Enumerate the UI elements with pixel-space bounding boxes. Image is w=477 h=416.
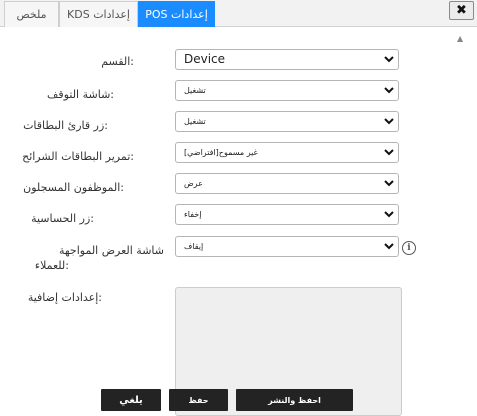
customer-display-value: إيقاف: [184, 242, 204, 251]
department-value: Device: [184, 52, 226, 66]
card-reader-button-value: تشغيل: [184, 117, 206, 126]
screensaver-label: :شاشة التوقف: [47, 88, 114, 101]
sensitivity-button-label: :زر الحساسية: [31, 212, 94, 225]
department-label: :القسم: [101, 55, 134, 68]
card-swipe-label: :تمرير البطاقات الشرائح: [22, 150, 134, 163]
cancel-button[interactable]: يلغي: [101, 389, 161, 411]
chevron-down-icon: [384, 56, 394, 63]
tab-summary[interactable]: ملخص: [4, 1, 59, 27]
screensaver-select[interactable]: تشغيل: [175, 80, 399, 101]
tab-pos-settings[interactable]: إعدادات POS: [138, 1, 215, 27]
customer-display-label-line1: شاشة العرض المواجهة: [58, 244, 164, 257]
chevron-down-icon: [384, 87, 394, 94]
logged-employees-value: عرض: [184, 179, 203, 188]
save-and-publish-button[interactable]: احفظ والنشر: [236, 389, 353, 411]
close-icon[interactable]: ✖: [449, 1, 474, 20]
customer-display-select[interactable]: إيقاف: [175, 236, 399, 257]
extra-settings-label: :إعدادات إضافية: [27, 291, 102, 304]
tab-kds-settings[interactable]: إعدادات KDS: [59, 1, 138, 27]
chevron-down-icon: [384, 243, 394, 250]
customer-display-label-line2: :للعملاء: [34, 259, 69, 272]
screensaver-value: تشغيل: [184, 86, 206, 95]
chevron-down-icon: [384, 211, 394, 218]
card-reader-button-label: :زر قارئ البطاقات: [23, 119, 108, 132]
department-select[interactable]: Device: [175, 49, 399, 70]
chevron-down-icon: [384, 149, 394, 156]
chevron-down-icon: [384, 118, 394, 125]
sensitivity-button-select[interactable]: إخفاء: [175, 204, 399, 225]
sensitivity-button-value: إخفاء: [184, 210, 202, 219]
save-button[interactable]: حفظ: [169, 389, 228, 411]
card-reader-button-select[interactable]: تشغيل: [175, 111, 399, 132]
tab-bar: ملخص إعدادات KDS إعدادات POS ✖: [0, 0, 477, 27]
logged-employees-select[interactable]: عرض: [175, 173, 399, 194]
card-swipe-value: غير مسموح[افتراضي]: [184, 148, 258, 157]
chevron-down-icon: [384, 180, 394, 187]
card-swipe-select[interactable]: غير مسموح[افتراضي]: [175, 142, 399, 163]
logged-employees-label: :الموظفون المسجلون: [23, 181, 124, 194]
scroll-up-icon[interactable]: ▲: [457, 34, 463, 43]
info-icon[interactable]: i: [402, 241, 416, 255]
